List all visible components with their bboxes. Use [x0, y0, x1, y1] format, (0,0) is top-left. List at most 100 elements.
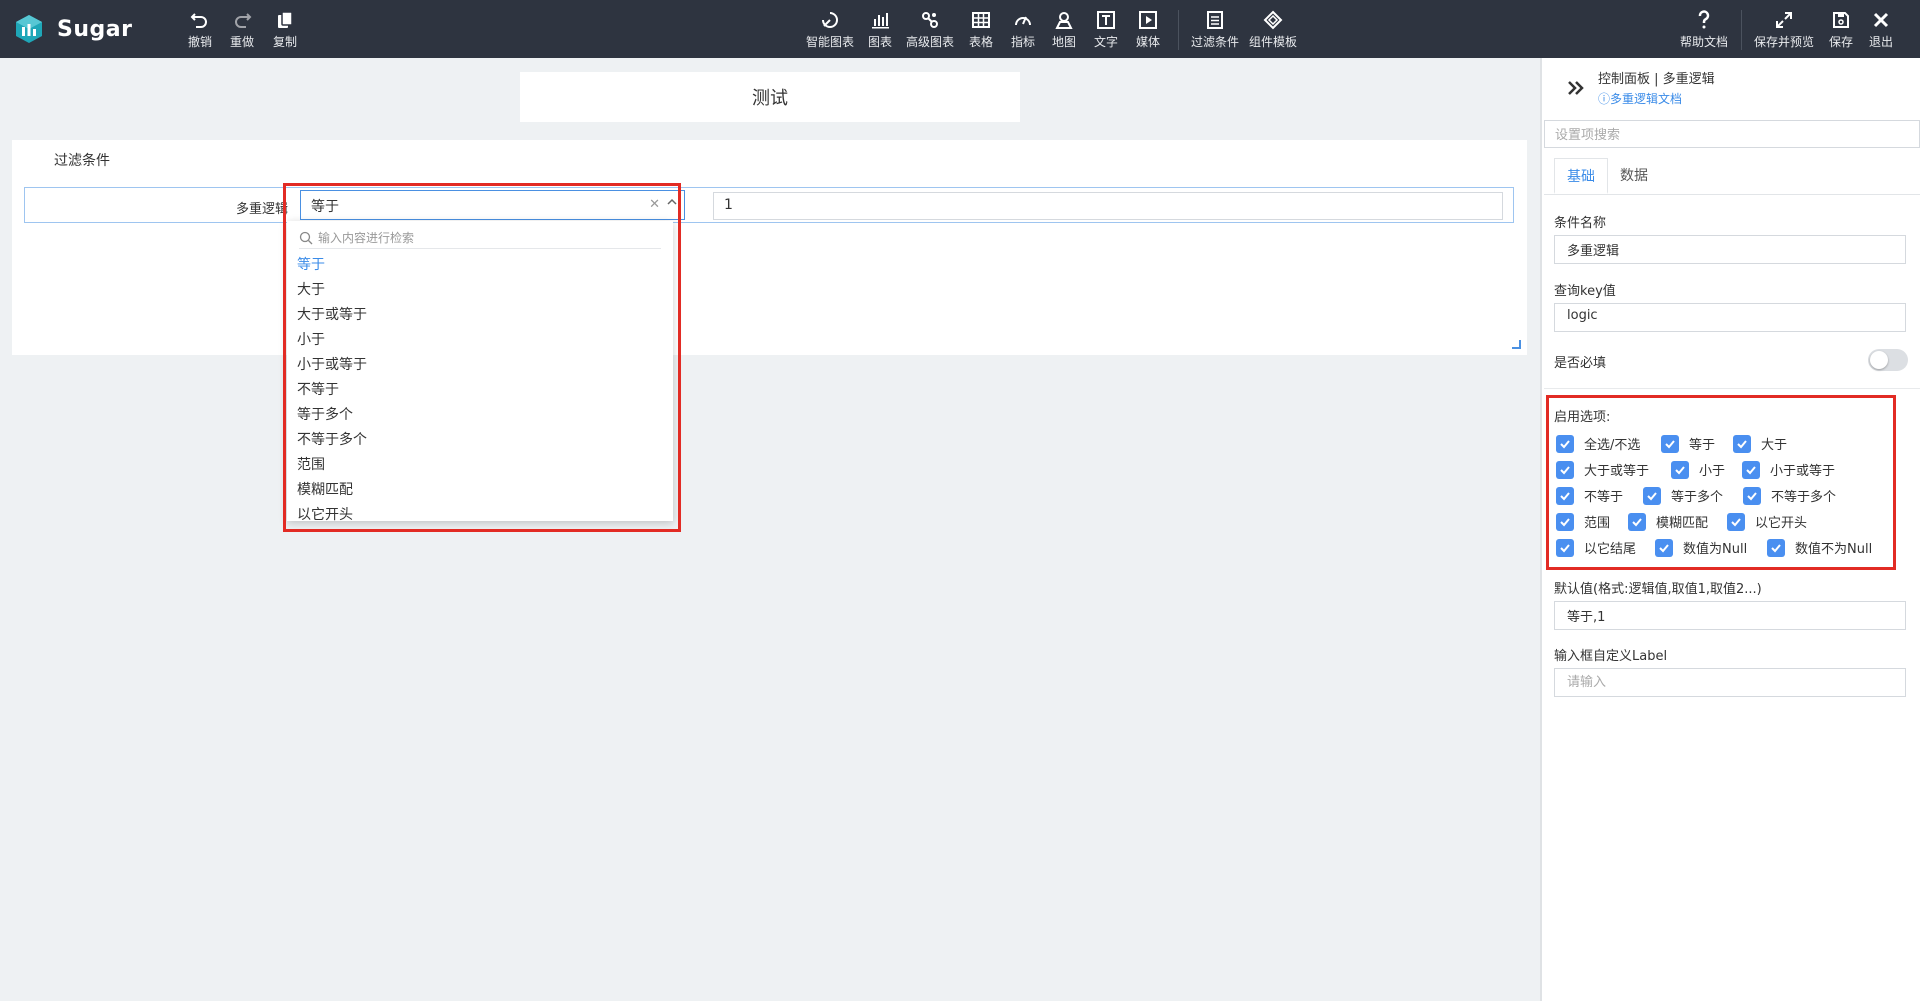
- checkbox-checked-icon: [1767, 538, 1785, 557]
- option-checkbox[interactable]: 数值为Null: [1655, 538, 1747, 557]
- option-checkbox[interactable]: 不等于多个: [1743, 486, 1836, 505]
- checkbox-checked-icon: [1671, 460, 1689, 479]
- map-button[interactable]: 地图: [1052, 10, 1076, 50]
- dropdown-option[interactable]: 大于: [297, 278, 657, 303]
- resize-handle[interactable]: [1512, 340, 1521, 349]
- tab-basic[interactable]: 基础: [1554, 158, 1608, 194]
- control-panel: 控制面板 | 多重逻辑 ⓘ多重逻辑文档 基础 数据 条件名称 多重逻辑 查询ke…: [1540, 58, 1920, 1001]
- filter-panel[interactable]: 过滤条件 多重逻辑 等于 ✕ 1: [12, 140, 1527, 355]
- dropdown-option[interactable]: 不等于多个: [297, 428, 657, 453]
- condition-name-input[interactable]: 多重逻辑: [1554, 235, 1906, 264]
- tab-data[interactable]: 数据: [1608, 158, 1660, 194]
- dropdown-option[interactable]: 范围: [297, 453, 657, 478]
- filter-panel-title: 过滤条件: [54, 153, 110, 169]
- option-checkbox[interactable]: 小于: [1671, 460, 1725, 479]
- option-checkbox[interactable]: 以它结尾: [1556, 538, 1636, 557]
- option-checkbox[interactable]: 等于多个: [1643, 486, 1723, 505]
- checkbox-checked-icon: [1743, 486, 1761, 505]
- component-template-button[interactable]: 组件模板: [1249, 10, 1297, 50]
- tab-divider: [1544, 194, 1920, 195]
- collapse-panel-icon[interactable]: [1566, 78, 1586, 98]
- undo-icon: [190, 13, 207, 28]
- advanced-chart-icon: [922, 12, 938, 28]
- option-checkbox[interactable]: 大于: [1733, 434, 1787, 453]
- dropdown-option[interactable]: 小于: [297, 328, 657, 353]
- default-value-input[interactable]: 等于,1: [1554, 601, 1906, 630]
- dropdown-option[interactable]: 等于: [297, 253, 657, 278]
- section-divider: [1544, 388, 1920, 389]
- query-key-input[interactable]: logic: [1554, 303, 1906, 332]
- checkbox-checked-icon: [1556, 512, 1574, 531]
- copy-icon: [278, 11, 293, 28]
- query-key-label: 查询key值: [1554, 284, 1616, 299]
- redo-button[interactable]: 重做: [230, 10, 254, 50]
- sugar-logo-icon: [16, 15, 42, 43]
- filter-button[interactable]: 过滤条件: [1191, 10, 1239, 50]
- logic-select[interactable]: 等于 ✕: [300, 190, 685, 220]
- toolbar-divider: [1741, 10, 1742, 50]
- required-toggle[interactable]: [1868, 349, 1908, 371]
- template-icon: [1263, 10, 1283, 30]
- help-icon: [1698, 10, 1710, 29]
- top-toolbar: Sugar 撤销 重做 复制 智能图表 图表 高级图表 表格 指标 地图 文字: [0, 0, 1920, 58]
- option-checkbox[interactable]: 大于或等于: [1556, 460, 1649, 479]
- metric-button[interactable]: 指标: [1011, 10, 1035, 50]
- checkbox-checked-icon: [1556, 486, 1574, 505]
- option-checkbox[interactable]: 模糊匹配: [1628, 512, 1708, 531]
- exit-button[interactable]: 退出: [1869, 10, 1893, 50]
- close-icon: [1873, 12, 1889, 28]
- dropdown-option[interactable]: 小于或等于: [297, 353, 657, 378]
- required-label: 是否必填: [1554, 356, 1607, 371]
- dropdown-search-input[interactable]: [318, 230, 638, 245]
- option-checkbox[interactable]: 不等于: [1556, 486, 1623, 505]
- save-preview-button[interactable]: 保存并预览: [1754, 10, 1814, 50]
- app-name: Sugar: [57, 16, 133, 42]
- dropdown-option[interactable]: 大于或等于: [297, 303, 657, 328]
- checkbox-checked-icon: [1556, 434, 1574, 453]
- option-checkbox[interactable]: 数值不为Null: [1767, 538, 1872, 557]
- search-icon: [299, 231, 313, 244]
- table-button[interactable]: 表格: [969, 10, 993, 50]
- checkbox-checked-icon: [1655, 538, 1673, 557]
- filter-value-input[interactable]: 1: [713, 192, 1503, 220]
- dropdown-option[interactable]: 模糊匹配: [297, 478, 657, 503]
- toolbar-divider: [1178, 10, 1179, 50]
- gauge-icon: [1015, 16, 1031, 26]
- default-value-label: 默认值(格式:逻辑值,取值1,取值2...): [1554, 582, 1762, 597]
- option-checkbox[interactable]: 范围: [1556, 512, 1610, 531]
- option-checkbox[interactable]: 等于: [1661, 434, 1715, 453]
- media-icon: [1139, 11, 1157, 29]
- canvas-title[interactable]: 测试: [520, 72, 1020, 122]
- sidebar-tabs: 基础 数据: [1554, 158, 1660, 194]
- help-doc-button[interactable]: 帮助文档: [1680, 10, 1728, 50]
- media-button[interactable]: 媒体: [1136, 10, 1160, 50]
- custom-label-input[interactable]: [1554, 668, 1906, 697]
- checkbox-checked-icon: [1661, 434, 1679, 453]
- dropdown-option[interactable]: 不等于: [297, 378, 657, 403]
- logic-select-value: 等于: [311, 199, 339, 215]
- dropdown-option[interactable]: 等于多个: [297, 403, 657, 428]
- chart-button[interactable]: 图表: [868, 10, 892, 50]
- control-panel-title: 控制面板 | 多重逻辑: [1598, 72, 1715, 87]
- copy-button[interactable]: 复制: [273, 10, 297, 50]
- clear-icon[interactable]: ✕: [649, 197, 660, 212]
- save-button[interactable]: 保存: [1829, 10, 1853, 50]
- chevron-up-icon[interactable]: [666, 196, 678, 208]
- undo-button[interactable]: 撤销: [188, 10, 212, 50]
- text-button[interactable]: 文字: [1094, 10, 1118, 50]
- option-checkbox[interactable]: 小于或等于: [1742, 460, 1835, 479]
- multi-logic-filter-row[interactable]: 多重逻辑 等于 ✕ 1: [24, 187, 1514, 223]
- multi-logic-doc-link[interactable]: ⓘ多重逻辑文档: [1598, 90, 1682, 107]
- app-logo: Sugar: [14, 14, 132, 44]
- dropdown-option[interactable]: 以它开头: [297, 503, 657, 521]
- advanced-chart-button[interactable]: 高级图表: [906, 10, 954, 50]
- option-checkbox[interactable]: 全选/不选: [1556, 434, 1640, 453]
- checkbox-checked-icon: [1727, 512, 1745, 531]
- checkbox-checked-icon: [1556, 538, 1574, 557]
- dropdown-search[interactable]: [299, 227, 661, 249]
- settings-search-input[interactable]: [1544, 120, 1920, 148]
- checkbox-checked-icon: [1742, 460, 1760, 479]
- option-checkbox[interactable]: 以它开头: [1727, 512, 1807, 531]
- smart-chart-button[interactable]: 智能图表: [806, 10, 854, 50]
- multi-logic-label: 多重逻辑: [235, 202, 288, 217]
